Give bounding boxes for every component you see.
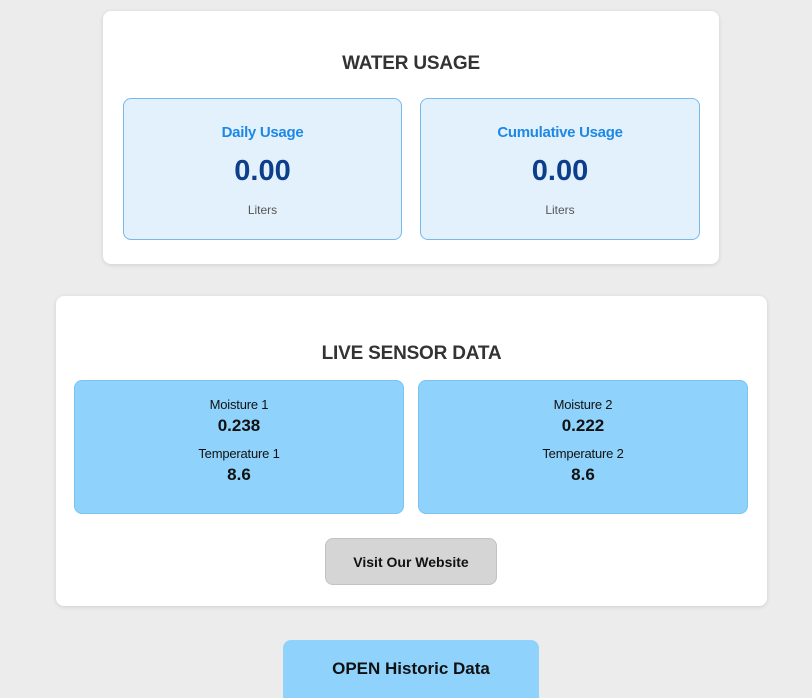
sensor-box-2: Moisture 2 0.222 Temperature 2 8.6 bbox=[418, 380, 748, 514]
visit-website-button[interactable]: Visit Our Website bbox=[325, 538, 497, 585]
moisture-2-value: 0.222 bbox=[561, 416, 605, 435]
daily-usage-box: Daily Usage 0.00 Liters bbox=[123, 98, 402, 240]
moisture-1-value: 0.238 bbox=[217, 416, 261, 435]
water-usage-card: WATER USAGE Daily Usage 0.00 Liters Cumu… bbox=[103, 11, 719, 264]
cumulative-usage-label: Cumulative Usage bbox=[497, 124, 623, 141]
sensor-box-1: Moisture 1 0.238 Temperature 1 8.6 bbox=[74, 380, 404, 514]
open-historic-data-button[interactable]: OPEN Historic Data bbox=[283, 640, 539, 698]
live-sensor-card: LIVE SENSOR DATA Moisture 1 0.238 Temper… bbox=[56, 296, 767, 606]
water-usage-title: WATER USAGE bbox=[342, 53, 480, 74]
daily-usage-label: Daily Usage bbox=[221, 124, 304, 141]
daily-usage-value: 0.00 bbox=[234, 155, 291, 187]
temperature-2-value: 8.6 bbox=[571, 465, 595, 484]
temperature-2-label: Temperature 2 bbox=[542, 446, 624, 461]
moisture-1-label: Moisture 1 bbox=[209, 397, 269, 412]
cumulative-usage-unit: Liters bbox=[545, 203, 575, 217]
cumulative-usage-value: 0.00 bbox=[531, 155, 589, 187]
daily-usage-unit: Liters bbox=[247, 203, 278, 217]
moisture-2-label: Moisture 2 bbox=[553, 397, 613, 412]
temperature-1-label: Temperature 1 bbox=[198, 446, 280, 461]
cumulative-usage-box: Cumulative Usage 0.00 Liters bbox=[420, 98, 700, 240]
temperature-1-value: 8.6 bbox=[227, 465, 251, 484]
live-sensor-title: LIVE SENSOR DATA bbox=[321, 343, 502, 364]
